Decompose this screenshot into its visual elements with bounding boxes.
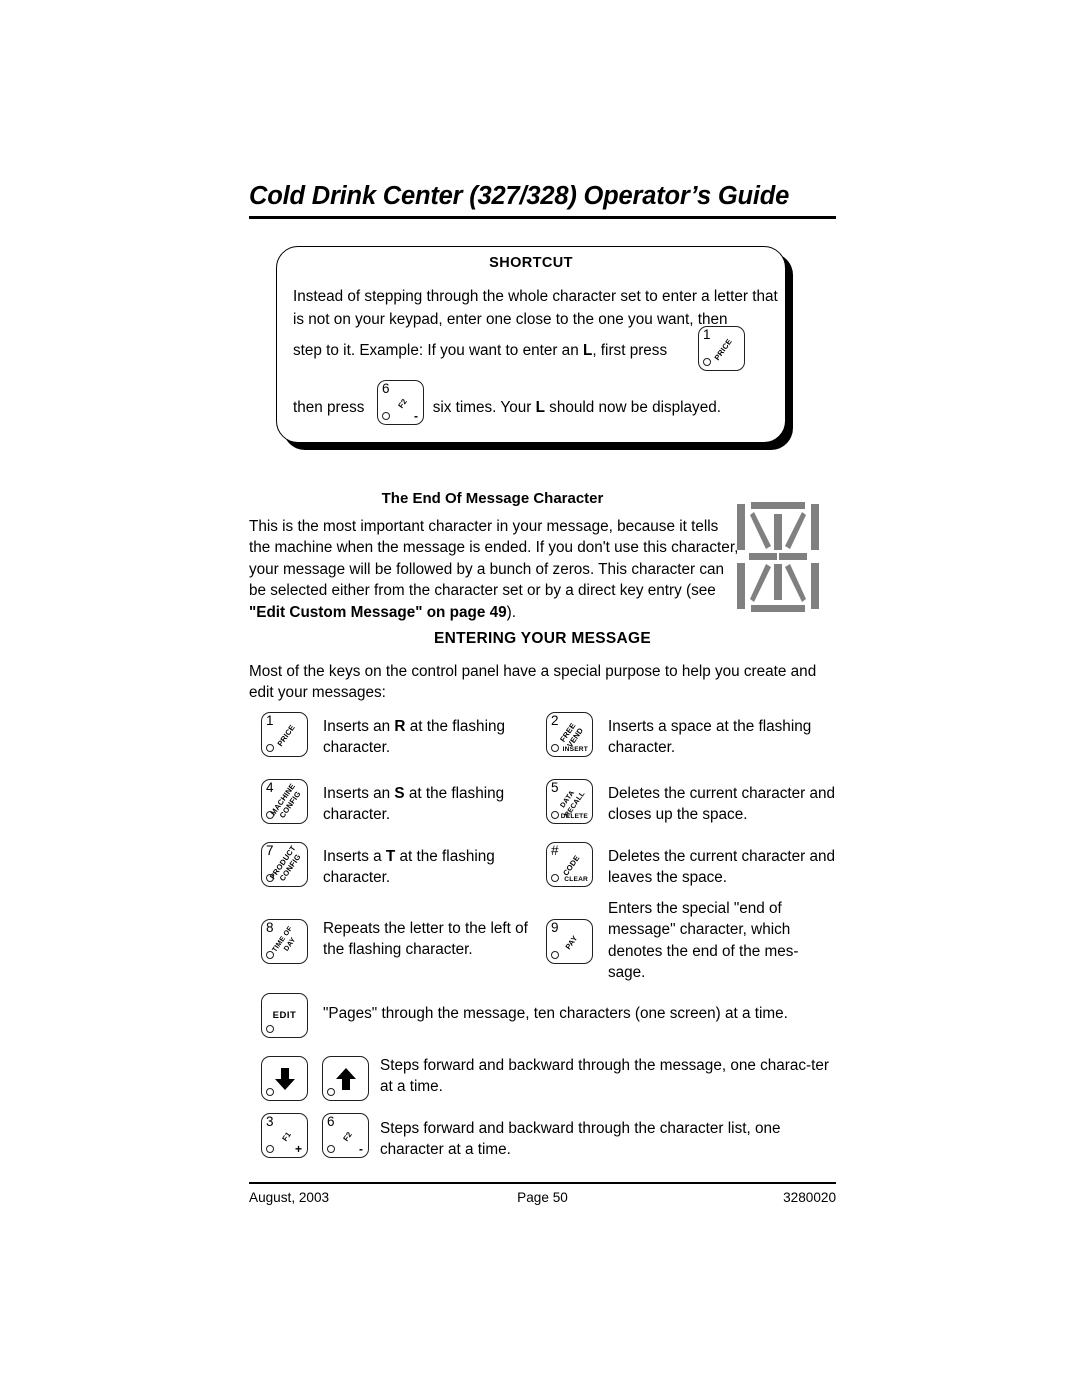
key-plus-sign: + — [294, 1142, 302, 1156]
key-1-description: Inserts an R at the flashing character. — [323, 716, 523, 759]
key-led-indicator — [327, 1088, 335, 1096]
desc-pre: Inserts an — [323, 785, 395, 802]
key-pound-description: Deletes the current character and leaves… — [608, 848, 836, 887]
page-header: Cold Drink Center (327/328) Operator’s G… — [249, 182, 835, 210]
key-price-shortcut[interactable]: 1 PRICE — [698, 326, 745, 371]
key-led-indicator — [266, 1025, 274, 1033]
key-diagonal-label: CODE — [561, 853, 582, 877]
key-led-indicator — [266, 951, 274, 959]
entering-your-message-intro: Most of the keys on the control panel ha… — [249, 663, 817, 702]
key-led-indicator — [551, 811, 559, 819]
key-led-indicator — [551, 874, 559, 882]
shortcut-callout: SHORTCUT Instead of stepping through the… — [276, 246, 786, 443]
document-page: Cold Drink Center (327/328) Operator’s G… — [0, 0, 1080, 1397]
key-diagonal-label: F1 — [280, 1129, 293, 1143]
key-2-description: Inserts a space at the flashing characte… — [608, 718, 812, 757]
key-9-description: Enters the special "end of message" char… — [608, 900, 799, 982]
end-of-message-body: This is the most important character in … — [249, 516, 739, 623]
key-9-pay[interactable]: 9 PAY — [546, 919, 593, 964]
key-secondary-label: DELETE — [560, 813, 588, 820]
footer-document-number: 3280020 — [783, 1190, 836, 1205]
key-led-indicator — [327, 1145, 335, 1153]
desc-letter: T — [385, 848, 396, 865]
desc-pre: Inserts a — [323, 848, 386, 865]
key-diagonal-label: PRICE — [275, 722, 298, 748]
key-f2-shortcut[interactable]: 6 F2 - — [377, 380, 424, 425]
key-minus-sign: - — [414, 409, 418, 423]
key-led-indicator — [266, 874, 274, 882]
footer-divider — [249, 1182, 836, 1185]
key-5-data-recall[interactable]: 5 DATA RECALL DELETE — [546, 779, 593, 824]
key-led-indicator — [382, 412, 390, 420]
shortcut-paragraph-3: then press six times. Your L should now … — [293, 399, 721, 417]
desc-letter: R — [394, 718, 406, 735]
key-7-description: Inserts a T at the flashing character. — [323, 846, 523, 889]
eom-text-bold: "Edit Custom Message" on page 49 — [249, 603, 507, 621]
page-title: Cold Drink Center (327/328) Operator’s G… — [249, 182, 790, 210]
entering-your-message-title: ENTERING YOUR MESSAGE — [433, 630, 652, 647]
desc-pre: Inserts an — [323, 718, 395, 735]
key-6-f2[interactable]: 6 F2 - — [322, 1113, 369, 1158]
key-minus-sign: - — [359, 1142, 363, 1156]
key-arrow-down[interactable] — [261, 1056, 308, 1101]
page-footer: August, 2003 Page 50 3280020 — [249, 1190, 836, 1210]
shortcut-paragraph-2: step to it. Example: If you want to ente… — [293, 342, 732, 360]
key-7-product-config[interactable]: 7 PRODUCT CONFIG — [261, 842, 308, 887]
key-diagonal-label: MACHINE CONFIG — [268, 781, 303, 820]
key-led-indicator — [266, 811, 274, 819]
key-edit[interactable]: EDIT — [261, 993, 308, 1038]
shortcut-line3-pre: then press — [293, 399, 365, 416]
key-secondary-label: CLEAR — [564, 876, 588, 883]
sixteen-segment-display-icon — [733, 500, 823, 614]
key-led-indicator — [551, 951, 559, 959]
key-arrow-up[interactable] — [322, 1056, 369, 1101]
key-edit-description: "Pages" through the message, ten charact… — [323, 1005, 788, 1022]
eom-text-1: This is the most important character in … — [249, 518, 739, 600]
key-5-description: Deletes the current character and closes… — [608, 785, 836, 824]
end-of-message-title: The End Of Message Character — [381, 490, 604, 507]
shortcut-line2-post: , first press — [592, 342, 668, 359]
key-diagonal-label: F2 — [341, 1129, 354, 1143]
key-secondary-label: INSERT — [562, 746, 588, 753]
arrow-keys-description: Steps forward and backward through the m… — [380, 1057, 829, 1096]
key-led-indicator — [551, 744, 559, 752]
key-pound-code[interactable]: # CODE CLEAR — [546, 842, 593, 887]
desc-letter: S — [394, 785, 405, 802]
shortcut-line3-mid-b: should now be displayed. — [544, 399, 721, 416]
shortcut-line3-mid-a: six times. Your — [432, 399, 536, 416]
key-diagonal-label: PRICE — [712, 336, 735, 362]
key-2-free-vend[interactable]: 2 FREE VEND INSERT — [546, 712, 593, 757]
header-divider — [249, 216, 836, 219]
shortcut-line2-pre: step to it. Example: If you want to ente… — [293, 342, 583, 359]
segment-display-svg — [737, 502, 819, 612]
key-led-indicator — [266, 744, 274, 752]
key-diagonal-label: PAY — [563, 933, 580, 951]
eom-text-2: ). — [506, 603, 516, 621]
key-8-time-of-day[interactable]: 8 TIME OF DAY — [261, 919, 308, 964]
shortcut-title: SHORTCUT — [489, 255, 573, 271]
shortcut-paragraph-1: Instead of stepping through the whole ch… — [293, 288, 778, 328]
key-led-indicator — [703, 358, 711, 366]
footer-page-number: Page 50 — [517, 1190, 568, 1205]
key-8-description: Repeats the letter to the left of the fl… — [323, 920, 528, 959]
key-4-machine-config[interactable]: 4 MACHINE CONFIG — [261, 779, 308, 824]
key-4-description: Inserts an S at the flashing character. — [323, 783, 523, 826]
key-led-indicator — [266, 1088, 274, 1096]
key-1-price[interactable]: 1 PRICE — [261, 712, 308, 757]
key-led-indicator — [266, 1145, 274, 1153]
f-keys-description: Steps forward and backward through the c… — [380, 1120, 781, 1159]
key-diagonal-label: F2 — [396, 396, 409, 410]
shortcut-line2-letter: L — [582, 342, 593, 359]
key-3-f1[interactable]: 3 F1 + — [261, 1113, 308, 1158]
shortcut-line3-letter: L — [535, 399, 545, 416]
